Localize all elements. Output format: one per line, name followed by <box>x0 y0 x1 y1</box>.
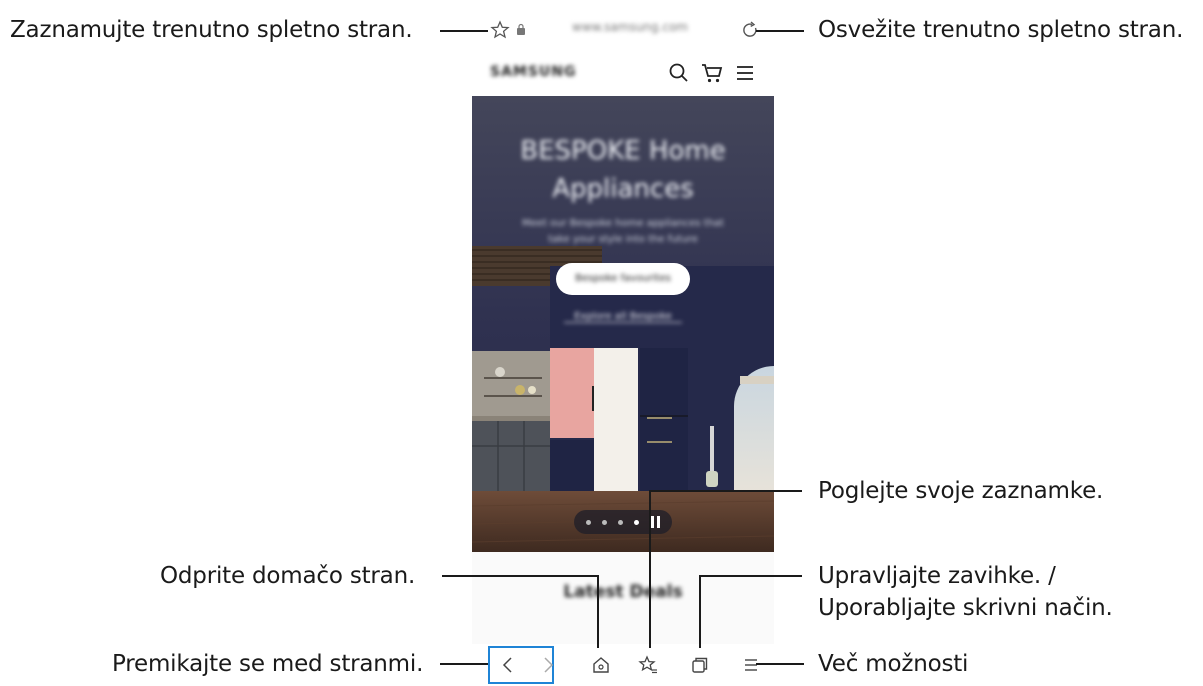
home-icon[interactable] <box>584 648 618 682</box>
carousel-dot[interactable] <box>586 520 591 525</box>
leader-line <box>597 575 599 648</box>
url-text: www.samsung.com <box>572 20 688 34</box>
chevron-right-icon[interactable] <box>530 648 564 682</box>
hero-title-line1: BESPOKE Home <box>520 136 726 166</box>
search-icon[interactable] <box>668 62 690 84</box>
carousel-dot[interactable] <box>618 520 623 525</box>
hero-title: BESPOKE Home Appliances <box>472 132 774 208</box>
carousel-dot-active[interactable] <box>634 520 639 525</box>
callout-tabs: Upravljajte zavihke. / Uporabljajte skri… <box>818 562 1113 622</box>
lock-icon <box>517 23 525 35</box>
callout-bookmarks-view: Poglejte svoje zaznamke. <box>818 478 1104 504</box>
callout-navigate: Premikajte se med stranmi. <box>112 651 424 677</box>
leader-line <box>649 490 651 648</box>
leader-line <box>440 663 488 665</box>
site-header: SAMSUNG <box>472 52 774 96</box>
hero-link[interactable]: Explore all Bespoke <box>564 311 682 323</box>
callout-home: Odprite domačo stran. <box>160 563 416 589</box>
leader-line <box>700 575 802 577</box>
pause-icon[interactable] <box>650 516 662 528</box>
callout-tabs-line1: Upravljajte zavihke. / <box>818 563 1056 589</box>
carousel-indicator[interactable] <box>574 510 672 534</box>
leader-line <box>650 490 802 492</box>
leader-line <box>699 575 701 648</box>
hero-button-label: Bespoke favourites <box>575 273 671 284</box>
callout-more: Več možnosti <box>818 651 969 677</box>
leader-line <box>756 663 804 665</box>
browser-screen: www.samsung.com SAMSUNG BESPOKE Home App… <box>472 0 774 686</box>
callout-tabs-line2: Uporabljajte skrivni način. <box>818 595 1113 621</box>
section-title: Latest Deals <box>563 582 683 602</box>
star-icon[interactable] <box>490 20 510 40</box>
address-bar[interactable]: www.samsung.com <box>472 10 774 50</box>
bookmarks-icon[interactable] <box>632 648 666 682</box>
menu-icon[interactable] <box>736 64 754 82</box>
hero-subtitle: Meet our Bespoke home appliances that ta… <box>522 218 724 245</box>
carousel-dot[interactable] <box>602 520 607 525</box>
cart-icon[interactable] <box>700 62 724 84</box>
leader-line <box>440 30 488 32</box>
leader-line <box>442 575 598 577</box>
hero-button[interactable]: Bespoke favourites <box>556 263 690 295</box>
leader-line <box>756 30 804 32</box>
chevron-left-icon[interactable] <box>492 648 526 682</box>
hero-title-line2: Appliances <box>552 174 694 204</box>
more-menu-icon[interactable] <box>734 648 768 682</box>
hero-banner[interactable]: BESPOKE Home Appliances Meet our Bespoke… <box>472 96 774 552</box>
tabs-icon[interactable] <box>682 648 716 682</box>
page-section: Latest Deals <box>472 552 774 644</box>
browser-toolbar <box>472 644 774 686</box>
callout-refresh: Osvežite trenutno spletno stran. <box>818 17 1184 43</box>
callout-bookmark: Zaznamujte trenutno spletno stran. <box>10 17 413 43</box>
site-logo[interactable]: SAMSUNG <box>490 64 577 80</box>
